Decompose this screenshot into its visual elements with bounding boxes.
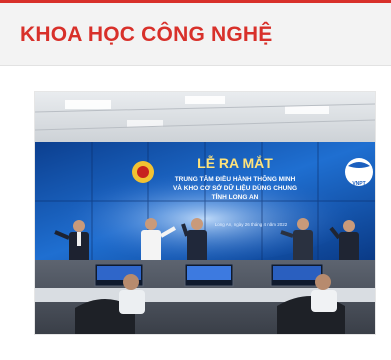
seated-person [315, 274, 331, 290]
seated-person [123, 274, 139, 290]
news-photo[interactable]: VNPT LỄ RA MẮT TRUNG TÂM ĐIỀU HÀNH THÔNG… [34, 91, 376, 335]
banner-line: VÀ KHO CƠ SỞ DỮ LIỆU DÙNG CHUNG [173, 183, 297, 192]
ceiling-light [185, 96, 225, 104]
section-title[interactable]: KHOA HỌC CÔNG NGHỆ [20, 23, 273, 47]
banner-date: Long An, ngày 26 tháng 4 năm 2022 [215, 222, 288, 227]
ceiling-light [285, 106, 329, 114]
ceiling-light [65, 100, 111, 109]
banner-line: TỈNH LONG AN [212, 192, 259, 201]
vnpt-logo-text: VNPT [352, 181, 365, 187]
photo-scene: VNPT LỄ RA MẮT TRUNG TÂM ĐIỀU HÀNH THÔNG… [35, 92, 375, 334]
news-card[interactable]: VNPT LỄ RA MẮT TRUNG TÂM ĐIỀU HÀNH THÔNG… [19, 76, 391, 360]
section-header: KHOA HỌC CÔNG NGHỆ [0, 0, 391, 66]
banner-heading: LỄ RA MẮT [197, 154, 273, 171]
header-accent-bar [0, 0, 391, 3]
